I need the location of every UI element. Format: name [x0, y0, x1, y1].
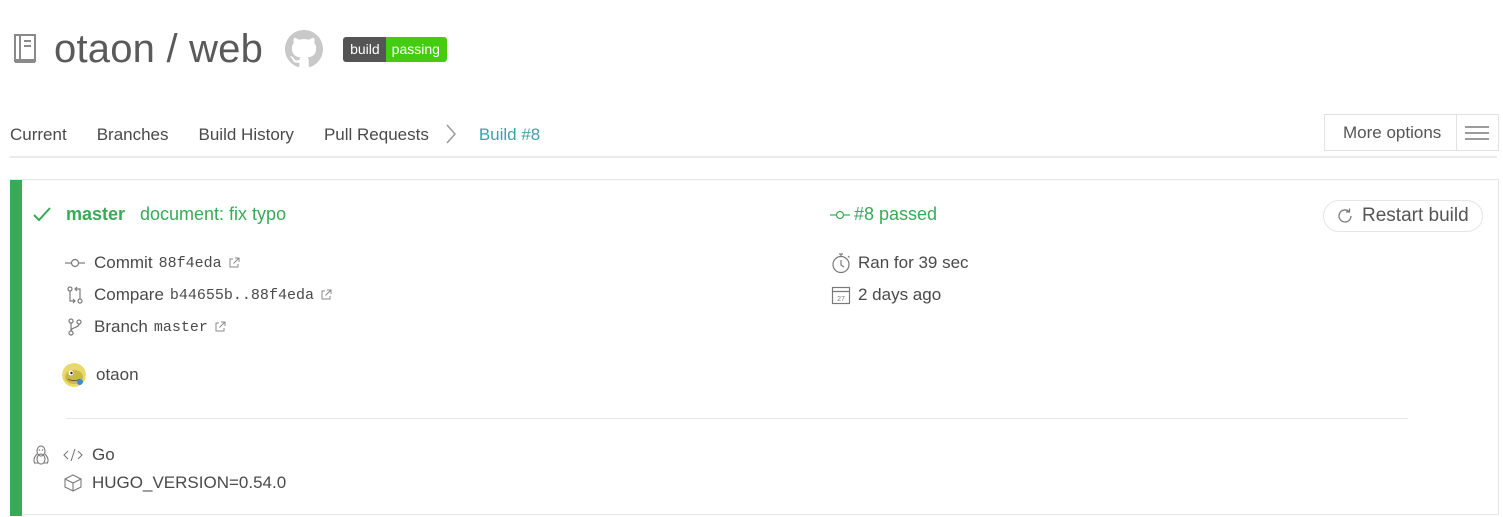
- tabs-divider: [10, 156, 1497, 158]
- repo-separator: /: [166, 26, 178, 71]
- external-link-icon[interactable]: [214, 321, 226, 333]
- build-status-text: #8 passed: [854, 204, 938, 224]
- author-name[interactable]: otaon: [96, 365, 139, 385]
- more-options-label: More options: [1343, 122, 1442, 142]
- commit-icon: [830, 210, 850, 220]
- avatar: [62, 363, 86, 387]
- status-stripe: [10, 180, 22, 516]
- restart-build-button[interactable]: Restart build: [1323, 200, 1483, 232]
- branch-label: Branch: [94, 317, 148, 336]
- build-finished: 2 days ago: [858, 285, 942, 304]
- commit-sha-link[interactable]: 88f4eda: [159, 255, 222, 272]
- restart-icon: [1336, 207, 1354, 225]
- code-icon: [62, 448, 84, 462]
- repo-owner-link[interactable]: otaon: [54, 27, 155, 71]
- repo-book-icon: [10, 29, 40, 69]
- external-link-icon[interactable]: [228, 257, 240, 269]
- finished-row: 27 2 days ago: [830, 284, 941, 306]
- branch-link[interactable]: master: [154, 319, 208, 336]
- package-icon: [62, 473, 84, 493]
- job-language-row: Go: [62, 445, 115, 465]
- tab-current[interactable]: Current: [10, 118, 67, 145]
- branch-row: Branch master: [64, 317, 226, 337]
- section-divider: [66, 418, 1408, 419]
- more-options-button[interactable]: More options: [1324, 114, 1499, 151]
- commit-label: Commit: [94, 253, 153, 272]
- job-language: Go: [92, 445, 115, 464]
- branch-icon: [64, 317, 86, 337]
- tab-branches[interactable]: Branches: [97, 118, 169, 145]
- compare-label: Compare: [94, 285, 164, 304]
- tab-pull-requests[interactable]: Pull Requests: [324, 118, 429, 145]
- calendar-icon: 27: [830, 284, 852, 306]
- badge-status: passing: [385, 36, 447, 62]
- commit-message: document: fix typo: [140, 204, 287, 224]
- duration-row: Ran for 39 sec: [830, 252, 969, 274]
- build-number-status[interactable]: #8 passed: [830, 204, 937, 225]
- badge-label: build: [343, 36, 386, 62]
- commit-row: Commit 88f4eda: [64, 253, 240, 273]
- commit-icon: [64, 253, 86, 273]
- build-duration: Ran for 39 sec: [858, 253, 969, 272]
- job-env-row: HUGO_VERSION=0.54.0: [62, 473, 286, 493]
- compare-icon: [64, 285, 86, 305]
- commit-author: otaon: [62, 363, 139, 387]
- hamburger-icon[interactable]: [1455, 115, 1498, 150]
- tab-build-history[interactable]: Build History: [199, 118, 294, 145]
- job-env: HUGO_VERSION=0.54.0: [92, 473, 287, 492]
- tab-build-8[interactable]: Build #8: [478, 118, 541, 158]
- compare-range-link[interactable]: b44655b..88f4eda: [170, 287, 314, 304]
- build-card: master document: fix typo Commit 88f4eda…: [10, 179, 1499, 516]
- build-branch-name[interactable]: master: [66, 204, 125, 225]
- linux-icon: [32, 445, 50, 470]
- chevron-right-icon: [445, 118, 457, 151]
- calendar-day: 27: [837, 296, 845, 303]
- repo-title: otaon / web: [54, 27, 263, 72]
- stopwatch-icon: [830, 252, 852, 274]
- check-icon: [32, 204, 52, 229]
- restart-build-label: Restart build: [1362, 205, 1469, 226]
- compare-row: Compare b44655b..88f4eda: [64, 285, 332, 305]
- external-link-icon[interactable]: [320, 289, 332, 301]
- github-icon[interactable]: [285, 29, 325, 69]
- build-status-badge[interactable]: build passing: [343, 36, 447, 62]
- repo-name-link[interactable]: web: [189, 27, 263, 71]
- repo-header: otaon / web build passing: [10, 26, 447, 72]
- repo-tabs: Current Branches Build History Pull Requ…: [10, 118, 541, 158]
